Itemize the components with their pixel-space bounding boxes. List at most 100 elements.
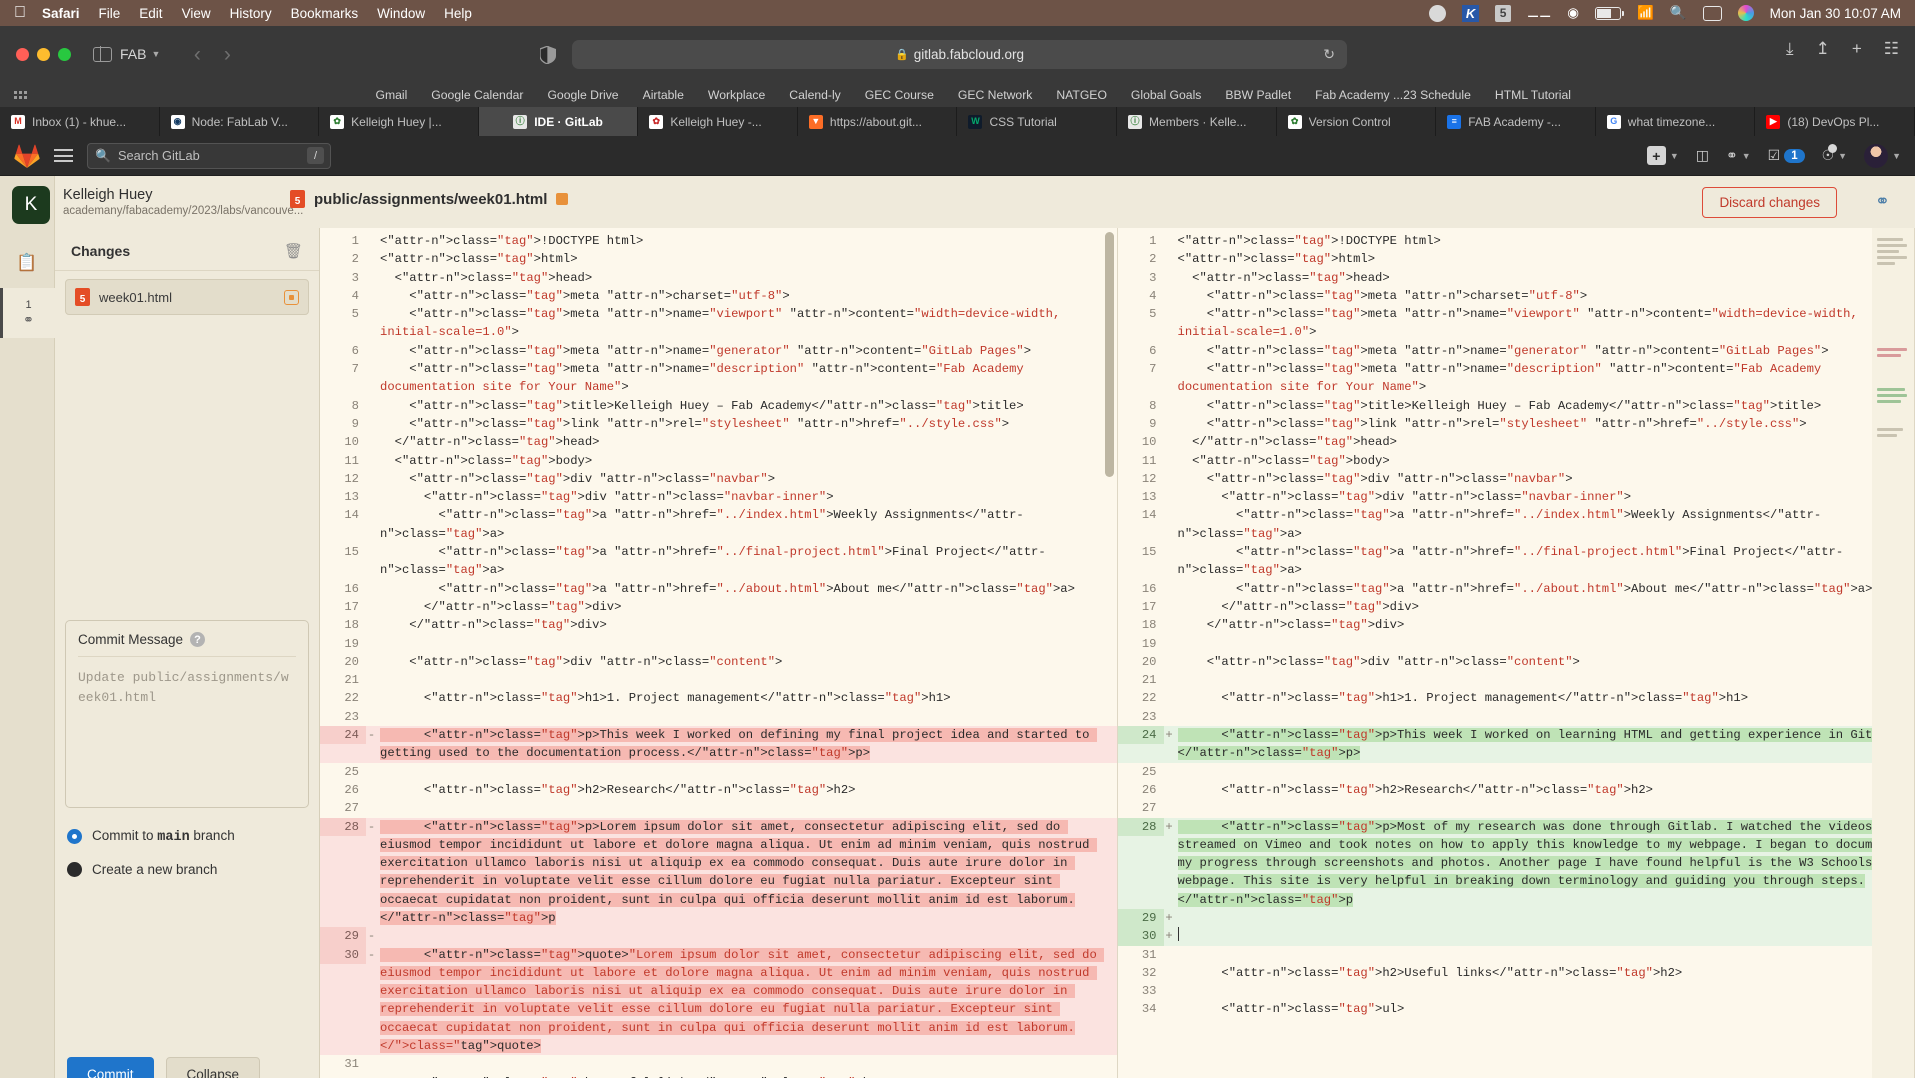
diff-line[interactable]: 18 </"attr-n">class="tag">div> bbox=[320, 616, 1117, 634]
minimap[interactable] bbox=[1872, 228, 1914, 1078]
bookmark-item[interactable]: Fab Academy ...23 Schedule bbox=[1315, 88, 1471, 102]
gitlab-logo-icon[interactable] bbox=[14, 144, 40, 168]
diff-line[interactable]: 3 <"attr-n">class="tag">head> bbox=[320, 269, 1117, 287]
menubar-clock[interactable]: Mon Jan 30 10:07 AM bbox=[1770, 6, 1901, 21]
k-app-icon[interactable]: K bbox=[1462, 4, 1480, 22]
control-center-icon[interactable] bbox=[1702, 5, 1722, 21]
diff-line[interactable]: 30 + bbox=[1117, 927, 1914, 946]
commit-message-box[interactable]: Commit Message ? Update public/assignmen… bbox=[65, 620, 309, 808]
wifi-icon[interactable]: 📶 bbox=[1637, 5, 1654, 21]
diff-line[interactable]: 31 bbox=[1118, 946, 1915, 964]
airpods-icon[interactable]: ⚊⚊ bbox=[1527, 5, 1551, 21]
diff-line[interactable]: 15 <"attr-n">class="tag">a "attr-n">href… bbox=[1118, 543, 1915, 580]
siri-icon[interactable] bbox=[1737, 5, 1754, 21]
bookmark-item[interactable]: Global Goals bbox=[1131, 88, 1201, 102]
diff-line[interactable]: 34 <"attr-n">class="tag">ul> bbox=[1118, 1000, 1915, 1018]
diff-line[interactable]: 5 <"attr-n">class="tag">meta "attr-n">na… bbox=[1118, 305, 1915, 342]
menu-item-edit[interactable]: Edit bbox=[139, 6, 162, 21]
discard-changes-button[interactable]: Discard changes bbox=[1702, 187, 1837, 218]
diff-line[interactable]: 6 <"attr-n">class="tag">meta "attr-n">na… bbox=[320, 342, 1117, 360]
diff-line[interactable]: 22 <"attr-n">class="tag">h1>1. Project m… bbox=[320, 689, 1117, 707]
close-window-button[interactable] bbox=[16, 47, 29, 61]
commit-button[interactable]: Commit bbox=[67, 1057, 154, 1078]
5-app-icon[interactable]: 5 bbox=[1495, 4, 1512, 22]
share-icon[interactable]: ↥ bbox=[1816, 40, 1830, 57]
diff-line[interactable]: 10 </"attr-n">class="tag">head> bbox=[320, 433, 1117, 451]
diff-line[interactable]: 24- <"attr-n">class="tag">p>This week I … bbox=[320, 726, 1117, 763]
search-input[interactable]: 🔍 Search GitLab / bbox=[87, 142, 331, 169]
diff-line[interactable]: 14 <"attr-n">class="tag">a "attr-n">href… bbox=[320, 506, 1117, 543]
browser-tab[interactable]: ▼ https://about.git... bbox=[798, 107, 958, 136]
bookmark-item[interactable]: Google Drive bbox=[547, 88, 618, 102]
browser-tab[interactable]: Gwhat timezone... bbox=[1596, 107, 1756, 136]
diff-line[interactable]: 17 </"attr-n">class="tag">div> bbox=[1118, 598, 1915, 616]
commit-message-input[interactable]: Update public/assignments/week01.html bbox=[78, 668, 296, 707]
sidebar-toggle-icon[interactable] bbox=[93, 45, 112, 63]
diff-line[interactable]: 7 <"attr-n">class="tag">meta "attr-n">na… bbox=[1118, 360, 1915, 397]
diff-line[interactable]: 17 </"attr-n">class="tag">div> bbox=[320, 598, 1117, 616]
menu-item-help[interactable]: Help bbox=[444, 6, 472, 21]
apple-menu-icon[interactable]:  bbox=[14, 5, 26, 21]
diff-line[interactable]: 14 <"attr-n">class="tag">a "attr-n">href… bbox=[1118, 506, 1915, 543]
bookmark-item[interactable]: Calend-ly bbox=[789, 88, 840, 102]
menu-item-window[interactable]: Window bbox=[377, 6, 425, 21]
diff-line[interactable]: 8 <"attr-n">class="tag">title>Kelleigh H… bbox=[320, 397, 1117, 415]
privacy-shield-icon[interactable] bbox=[540, 46, 556, 64]
diff-line[interactable]: 24 + <"attr-n">class="tag">p>This week I … bbox=[1117, 726, 1914, 763]
browser-tab[interactable]: ≡ FAB Academy -... bbox=[1436, 107, 1596, 136]
diff-line[interactable]: 33 bbox=[1118, 982, 1915, 1000]
hamburger-menu-icon[interactable] bbox=[54, 149, 73, 162]
diff-line[interactable]: 2 <"attr-n">class="tag">html> bbox=[320, 250, 1117, 268]
browser-tab[interactable]: M Inbox (1) - khue... bbox=[0, 107, 160, 136]
browser-tab[interactable]: ✿ Version Control bbox=[1277, 107, 1437, 136]
diff-line[interactable]: 1 <"attr-n">class="tag">!DOCTYPE html> bbox=[1118, 232, 1915, 250]
diff-line[interactable]: 19 bbox=[1118, 635, 1915, 653]
reload-icon[interactable]: ↻ bbox=[1323, 46, 1335, 63]
diff-line[interactable]: 9 <"attr-n">class="tag">link "attr-n">re… bbox=[1118, 415, 1915, 433]
diff-line[interactable]: 26 <"attr-n">class="tag">h2>Research</"a… bbox=[320, 781, 1117, 799]
menu-item-safari[interactable]: Safari bbox=[42, 6, 80, 21]
diff-line[interactable]: 25 bbox=[320, 763, 1117, 781]
diff-line[interactable]: 28 + <"attr-n">class="tag">p>Most of my r… bbox=[1117, 817, 1915, 909]
create-new-branch-option[interactable]: Create a new branch bbox=[67, 862, 217, 877]
zoom-circle-icon[interactable] bbox=[1429, 4, 1447, 22]
changed-file-row[interactable]: 5 week01.html bbox=[65, 279, 309, 315]
menu-item-view[interactable]: View bbox=[182, 6, 211, 21]
diff-line[interactable]: 21 bbox=[1118, 671, 1915, 689]
diff-line[interactable]: 15 <"attr-n">class="tag">a "attr-n">href… bbox=[320, 543, 1117, 580]
merge-requests-button[interactable]: ⚭ ▼ bbox=[1726, 147, 1751, 164]
diff-line[interactable]: 6 <"attr-n">class="tag">meta "attr-n">na… bbox=[1118, 342, 1915, 360]
bookmark-item[interactable]: Gmail bbox=[375, 88, 407, 102]
diff-pane-original[interactable]: 1 <"attr-n">class="tag">!DOCTYPE html> 2 <"… bbox=[320, 228, 1118, 1078]
play-circle-icon[interactable]: ◉ bbox=[1567, 5, 1579, 21]
minimize-window-button[interactable] bbox=[37, 47, 50, 61]
diff-line[interactable]: 7 <"attr-n">class="tag">meta "attr-n">na… bbox=[320, 360, 1117, 397]
bookmark-item[interactable]: Airtable bbox=[643, 88, 684, 102]
browser-tab[interactable]: ✿ Kelleigh Huey -... bbox=[638, 107, 798, 136]
help-button[interactable]: ☉ ▼ bbox=[1822, 144, 1847, 164]
issues-icon[interactable]: ◫ bbox=[1696, 147, 1709, 164]
bookmarks-grid-icon[interactable] bbox=[14, 90, 27, 99]
diff-line[interactable]: 23 bbox=[320, 708, 1117, 726]
diff-line[interactable]: 29 + bbox=[1117, 908, 1914, 928]
diff-line[interactable]: 4 <"attr-n">class="tag">meta "attr-n">ch… bbox=[1118, 287, 1915, 305]
browser-tab[interactable]: ◉ Node: FabLab V... bbox=[160, 107, 320, 136]
diff-line[interactable]: 27 bbox=[1118, 799, 1915, 817]
diff-line[interactable]: 30- <"attr-n">class="tag">quote>"Lorem i… bbox=[320, 945, 1117, 1056]
bookmark-item[interactable]: Google Calendar bbox=[431, 88, 523, 102]
diff-line[interactable]: 21 bbox=[320, 671, 1117, 689]
diff-line[interactable]: 16 <"attr-n">class="tag">a "attr-n">href… bbox=[320, 580, 1117, 598]
browser-tab[interactable]: ⓘ IDE · GitLab bbox=[478, 107, 639, 136]
new-tab-icon[interactable]: + bbox=[1852, 40, 1862, 57]
bookmark-item[interactable]: Workplace bbox=[708, 88, 765, 102]
diff-line[interactable]: 31 bbox=[320, 1055, 1117, 1073]
bookmark-item[interactable]: BBW Padlet bbox=[1225, 88, 1291, 102]
bookmark-item[interactable]: HTML Tutorial bbox=[1495, 88, 1571, 102]
scrollbar-original[interactable] bbox=[1104, 232, 1114, 1078]
diff-line[interactable]: 13 <"attr-n">class="tag">div "attr-n">cl… bbox=[1118, 488, 1915, 506]
diff-line[interactable]: 28- <"attr-n">class="tag">p>Lorem ipsum … bbox=[320, 817, 1117, 928]
diff-pane-modified[interactable]: 1 <"attr-n">class="tag">!DOCTYPE html> 2 <"… bbox=[1117, 228, 1915, 1078]
bookmark-item[interactable]: NATGEO bbox=[1056, 88, 1107, 102]
diff-line[interactable]: 25 bbox=[1118, 763, 1915, 781]
diff-line[interactable]: 22 <"attr-n">class="tag">h1>1. Project m… bbox=[1118, 689, 1915, 707]
